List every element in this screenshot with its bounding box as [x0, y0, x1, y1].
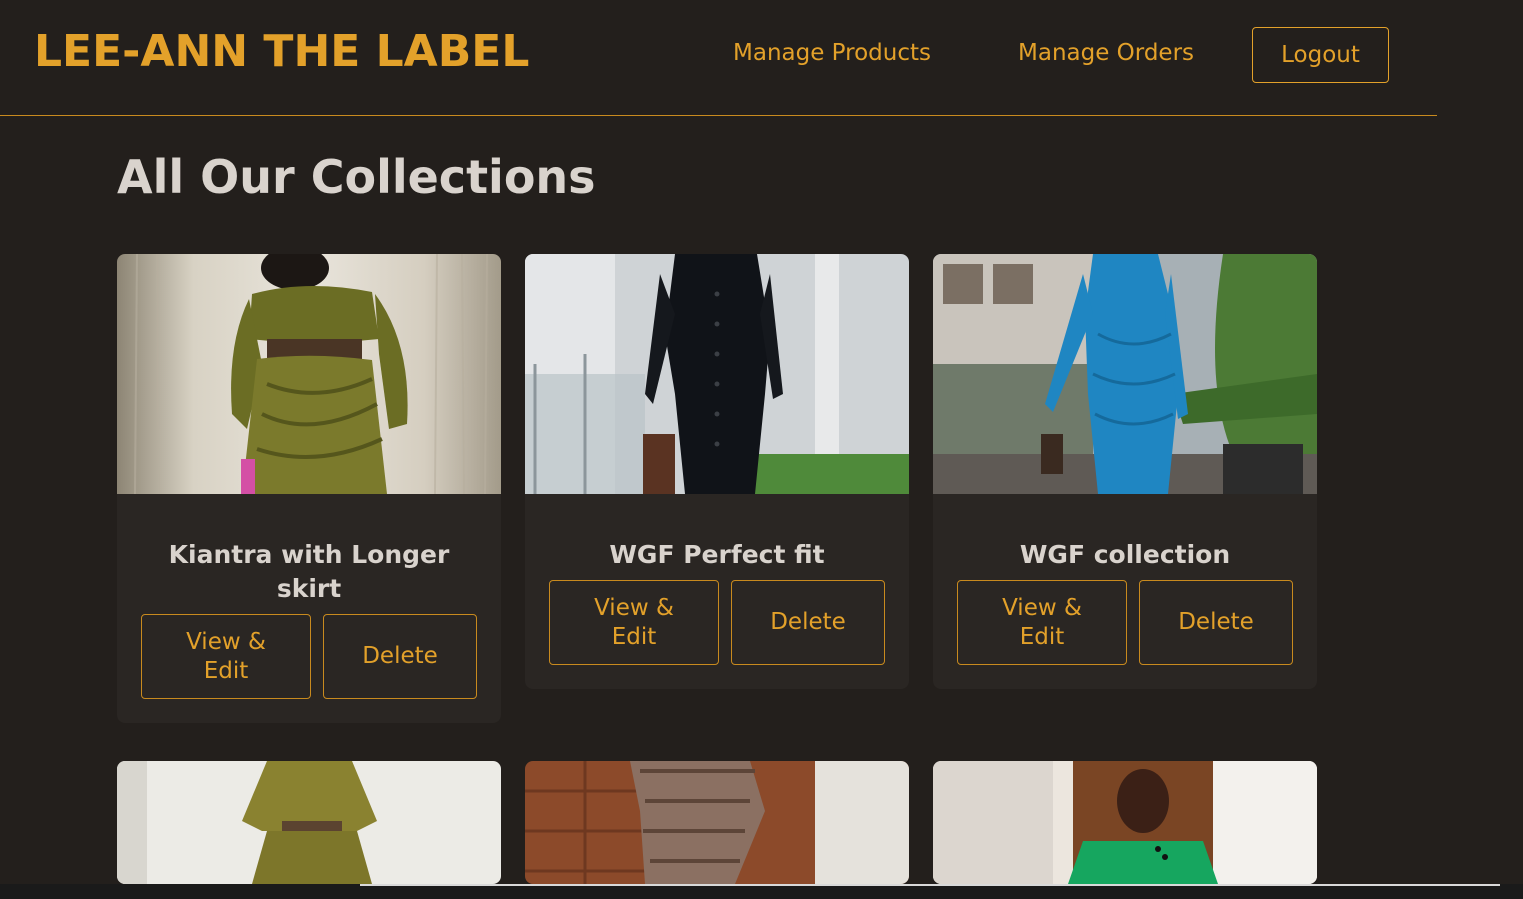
view-edit-button[interactable]: View & Edit: [957, 580, 1127, 665]
green-top-photo-icon: [933, 761, 1317, 884]
olive-two-piece-photo-icon: [117, 254, 501, 494]
olive-print-set-photo-icon: [117, 761, 501, 884]
nav-manage-products[interactable]: Manage Products: [733, 40, 931, 66]
page-title: All Our Collections: [117, 150, 596, 204]
product-name: WGF collection: [1019, 540, 1231, 569]
delete-button[interactable]: Delete: [323, 614, 477, 699]
black-dress-photo-icon: [525, 254, 909, 494]
delete-button[interactable]: Delete: [1139, 580, 1293, 665]
product-name: WGF Perfect fit: [609, 540, 825, 569]
product-card: [117, 761, 501, 884]
taskbar-strip: [0, 884, 1523, 899]
product-image[interactable]: [933, 761, 1317, 884]
product-image[interactable]: [525, 761, 909, 884]
brand-logo[interactable]: LEE-ANN THE LABEL: [34, 26, 529, 77]
scrollbar[interactable]: [360, 884, 1500, 886]
view-edit-button[interactable]: View & Edit: [141, 614, 311, 699]
product-card: [525, 761, 909, 884]
product-image[interactable]: [525, 254, 909, 494]
delete-button[interactable]: Delete: [731, 580, 885, 665]
product-card: [933, 761, 1317, 884]
card-actions: View & Edit Delete: [525, 580, 909, 689]
top-header: LEE-ANN THE LABEL Manage Products Manage…: [0, 0, 1437, 116]
product-image[interactable]: [933, 254, 1317, 494]
card-actions: View & Edit Delete: [117, 614, 501, 723]
blue-dress-photo-icon: [933, 254, 1317, 494]
nav-manage-orders[interactable]: Manage Orders: [1018, 40, 1194, 66]
view-edit-button[interactable]: View & Edit: [549, 580, 719, 665]
logout-button[interactable]: Logout: [1252, 27, 1389, 83]
product-image[interactable]: [117, 254, 501, 494]
product-card: Kiantra with Longer skirt View & Edit De…: [117, 254, 501, 723]
snakeskin-dress-photo-icon: [525, 761, 909, 884]
product-image[interactable]: [117, 761, 501, 884]
product-name: Kiantra with Longer skirt: [168, 540, 450, 603]
card-actions: View & Edit Delete: [933, 580, 1317, 689]
product-card: WGF collection View & Edit Delete: [933, 254, 1317, 689]
product-card: WGF Perfect fit View & Edit Delete: [525, 254, 909, 689]
